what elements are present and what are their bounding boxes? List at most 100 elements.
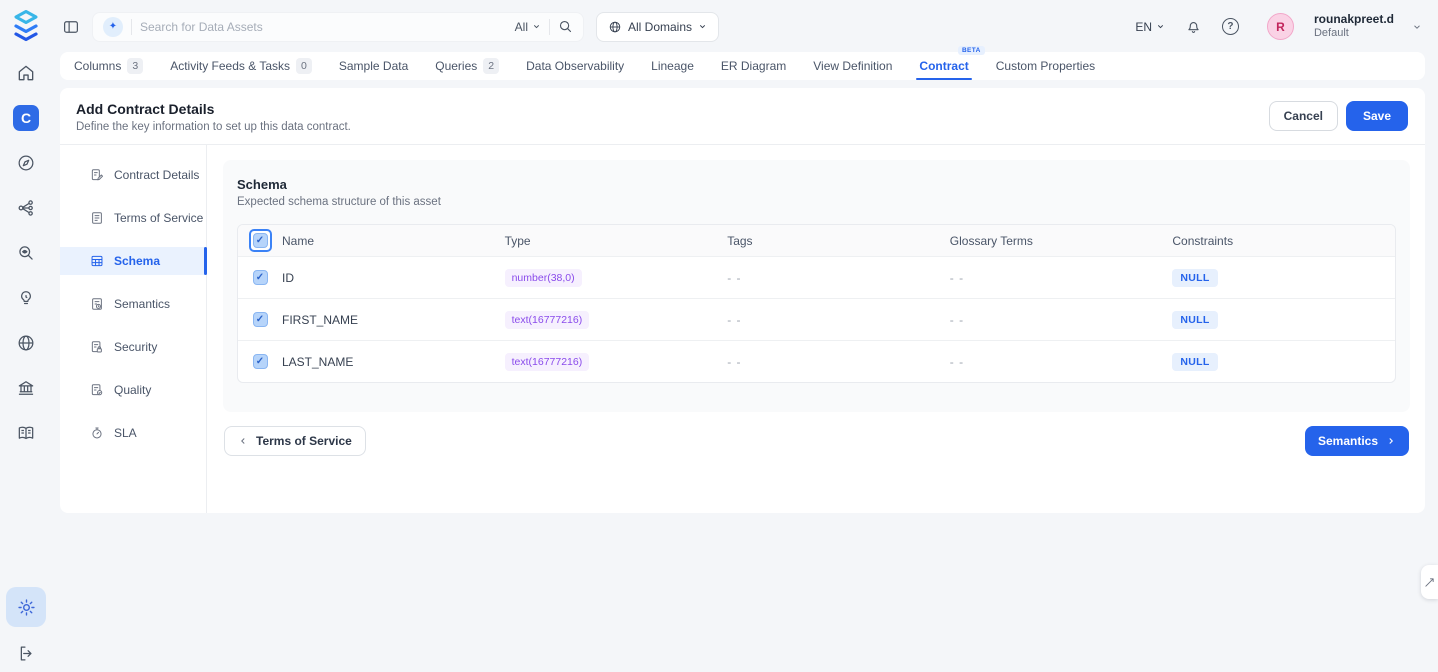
tab-label: Activity Feeds & Tasks xyxy=(170,59,290,73)
column-header-glossary-terms: Glossary Terms xyxy=(950,234,1173,248)
search-input[interactable] xyxy=(140,20,507,34)
stopwatch-icon xyxy=(90,426,104,440)
app-sidebar: C xyxy=(0,0,52,672)
nav-item-sla[interactable]: SLA xyxy=(60,419,206,447)
divider xyxy=(131,19,132,35)
tab-label: Contract xyxy=(919,59,968,73)
governance-icon[interactable] xyxy=(13,375,39,401)
column-header-type: Type xyxy=(505,234,728,248)
notifications-bell-icon[interactable] xyxy=(1185,18,1202,35)
insights-icon[interactable] xyxy=(13,285,39,311)
chevron-down-icon xyxy=(1156,22,1165,31)
language-label: EN xyxy=(1135,20,1152,34)
constraint-chip: NULL xyxy=(1172,353,1217,371)
divider xyxy=(549,19,550,35)
globe-icon[interactable] xyxy=(13,330,39,356)
nav-item-quality[interactable]: Quality xyxy=(60,376,206,404)
table-row: ✓ ID number(38,0) - - - - NULL xyxy=(238,256,1395,298)
tab-view-definition[interactable]: View Definition xyxy=(813,52,892,80)
home-icon[interactable] xyxy=(13,60,39,86)
cell-name: FIRST_NAME xyxy=(282,313,505,327)
tab-activity-feeds-tasks[interactable]: Activity Feeds & Tasks 0 xyxy=(170,52,312,80)
tab-label: Sample Data xyxy=(339,59,408,73)
tab-columns[interactable]: Columns 3 xyxy=(74,52,143,80)
search-icon[interactable] xyxy=(558,19,573,34)
tab-label: Queries xyxy=(435,59,477,73)
search-scope-dropdown[interactable]: All xyxy=(515,20,541,34)
row-checkbox[interactable]: ✓ xyxy=(253,270,268,285)
tab-queries[interactable]: Queries 2 xyxy=(435,52,499,80)
section-title: Schema xyxy=(237,177,1396,192)
contracts-app-icon[interactable]: C xyxy=(13,105,39,131)
tab-custom-properties[interactable]: Custom Properties xyxy=(996,52,1095,80)
user-menu[interactable]: rounakpreet.d Default xyxy=(1314,12,1394,41)
save-button[interactable]: Save xyxy=(1346,101,1408,131)
sidebar-toggle-icon[interactable] xyxy=(62,18,80,36)
page-title: Add Contract Details xyxy=(76,101,1269,117)
select-all-checkbox[interactable]: ✓ xyxy=(253,233,268,248)
user-workspace: Default xyxy=(1314,27,1394,41)
row-checkbox[interactable]: ✓ xyxy=(253,312,268,327)
select-all-focus-ring: ✓ xyxy=(249,229,272,252)
nav-item-label: Security xyxy=(114,340,157,354)
tab-label: Lineage xyxy=(651,59,694,73)
user-avatar[interactable]: R xyxy=(1267,13,1294,40)
tab-contract[interactable]: Contract BETA xyxy=(919,52,968,80)
constraint-chip: NULL xyxy=(1172,269,1217,287)
trend-icon xyxy=(1424,577,1435,588)
nav-item-schema[interactable]: Schema xyxy=(60,247,206,275)
ai-sparkle-icon: ✦ xyxy=(103,17,123,37)
cell-glossary-terms: - - xyxy=(950,355,964,369)
global-search[interactable]: ✦ All xyxy=(92,12,584,42)
nav-item-contract-details[interactable]: Contract Details xyxy=(60,161,206,189)
tab-label: Data Observability xyxy=(526,59,624,73)
glossary-icon[interactable] xyxy=(13,420,39,446)
table-row: ✓ LAST_NAME text(16777216) - - - - NULL xyxy=(238,340,1395,382)
cell-tags: - - xyxy=(727,313,741,327)
tab-sample-data[interactable]: Sample Data xyxy=(339,52,408,80)
logout-icon[interactable] xyxy=(13,640,39,666)
cancel-button[interactable]: Cancel xyxy=(1269,101,1338,131)
nav-item-security[interactable]: Security xyxy=(60,333,206,361)
help-icon[interactable]: ? xyxy=(1222,18,1239,35)
all-domains-dropdown[interactable]: All Domains xyxy=(596,12,719,42)
trend-panel-toggle[interactable] xyxy=(1421,565,1438,599)
cell-glossary-terms: - - xyxy=(950,271,964,285)
cell-glossary-terms: - - xyxy=(950,313,964,327)
chevron-down-icon xyxy=(698,22,707,31)
discovery-icon[interactable] xyxy=(13,240,39,266)
tab-count-badge: 0 xyxy=(296,58,312,74)
network-icon[interactable] xyxy=(13,195,39,221)
cell-tags: - - xyxy=(727,355,741,369)
type-chip: text(16777216) xyxy=(505,311,590,329)
tab-count-badge: 3 xyxy=(127,58,143,74)
prev-step-button[interactable]: Terms of Service xyxy=(224,426,366,456)
settings-gear-icon[interactable] xyxy=(6,587,46,627)
tab-lineage[interactable]: Lineage xyxy=(651,52,694,80)
nav-item-semantics[interactable]: Semantics xyxy=(60,290,206,318)
type-chip: number(38,0) xyxy=(505,269,582,287)
tab-er-diagram[interactable]: ER Diagram xyxy=(721,52,786,80)
table-header-row: ✓ Name Type Tags Glossary Terms Constrai… xyxy=(238,225,1395,256)
user-menu-chevron-icon[interactable] xyxy=(1412,22,1422,32)
nav-item-label: Quality xyxy=(114,383,151,397)
tab-count-badge: 2 xyxy=(483,58,499,74)
schema-table: ✓ Name Type Tags Glossary Terms Constrai… xyxy=(237,224,1396,383)
cell-tags: - - xyxy=(727,271,741,285)
page-subtitle: Define the key information to set up thi… xyxy=(76,121,1269,133)
cell-name: ID xyxy=(282,271,505,285)
tab-data-observability[interactable]: Data Observability xyxy=(526,52,624,80)
row-checkbox[interactable]: ✓ xyxy=(253,354,268,369)
nav-item-label: Semantics xyxy=(114,297,170,311)
compass-icon[interactable] xyxy=(13,150,39,176)
asset-tab-bar: Columns 3 Activity Feeds & Tasks 0 Sampl… xyxy=(60,52,1425,80)
document-clock-icon xyxy=(90,297,104,311)
table-grid-icon xyxy=(90,254,104,268)
column-header-name: Name xyxy=(282,234,505,248)
language-dropdown[interactable]: EN xyxy=(1135,20,1165,34)
nav-item-terms-of-service[interactable]: Terms of Service xyxy=(60,204,206,232)
prev-step-label: Terms of Service xyxy=(256,434,352,448)
nav-item-label: Schema xyxy=(114,254,160,268)
nav-item-label: Contract Details xyxy=(114,168,199,182)
next-step-button[interactable]: Semantics xyxy=(1305,426,1409,456)
